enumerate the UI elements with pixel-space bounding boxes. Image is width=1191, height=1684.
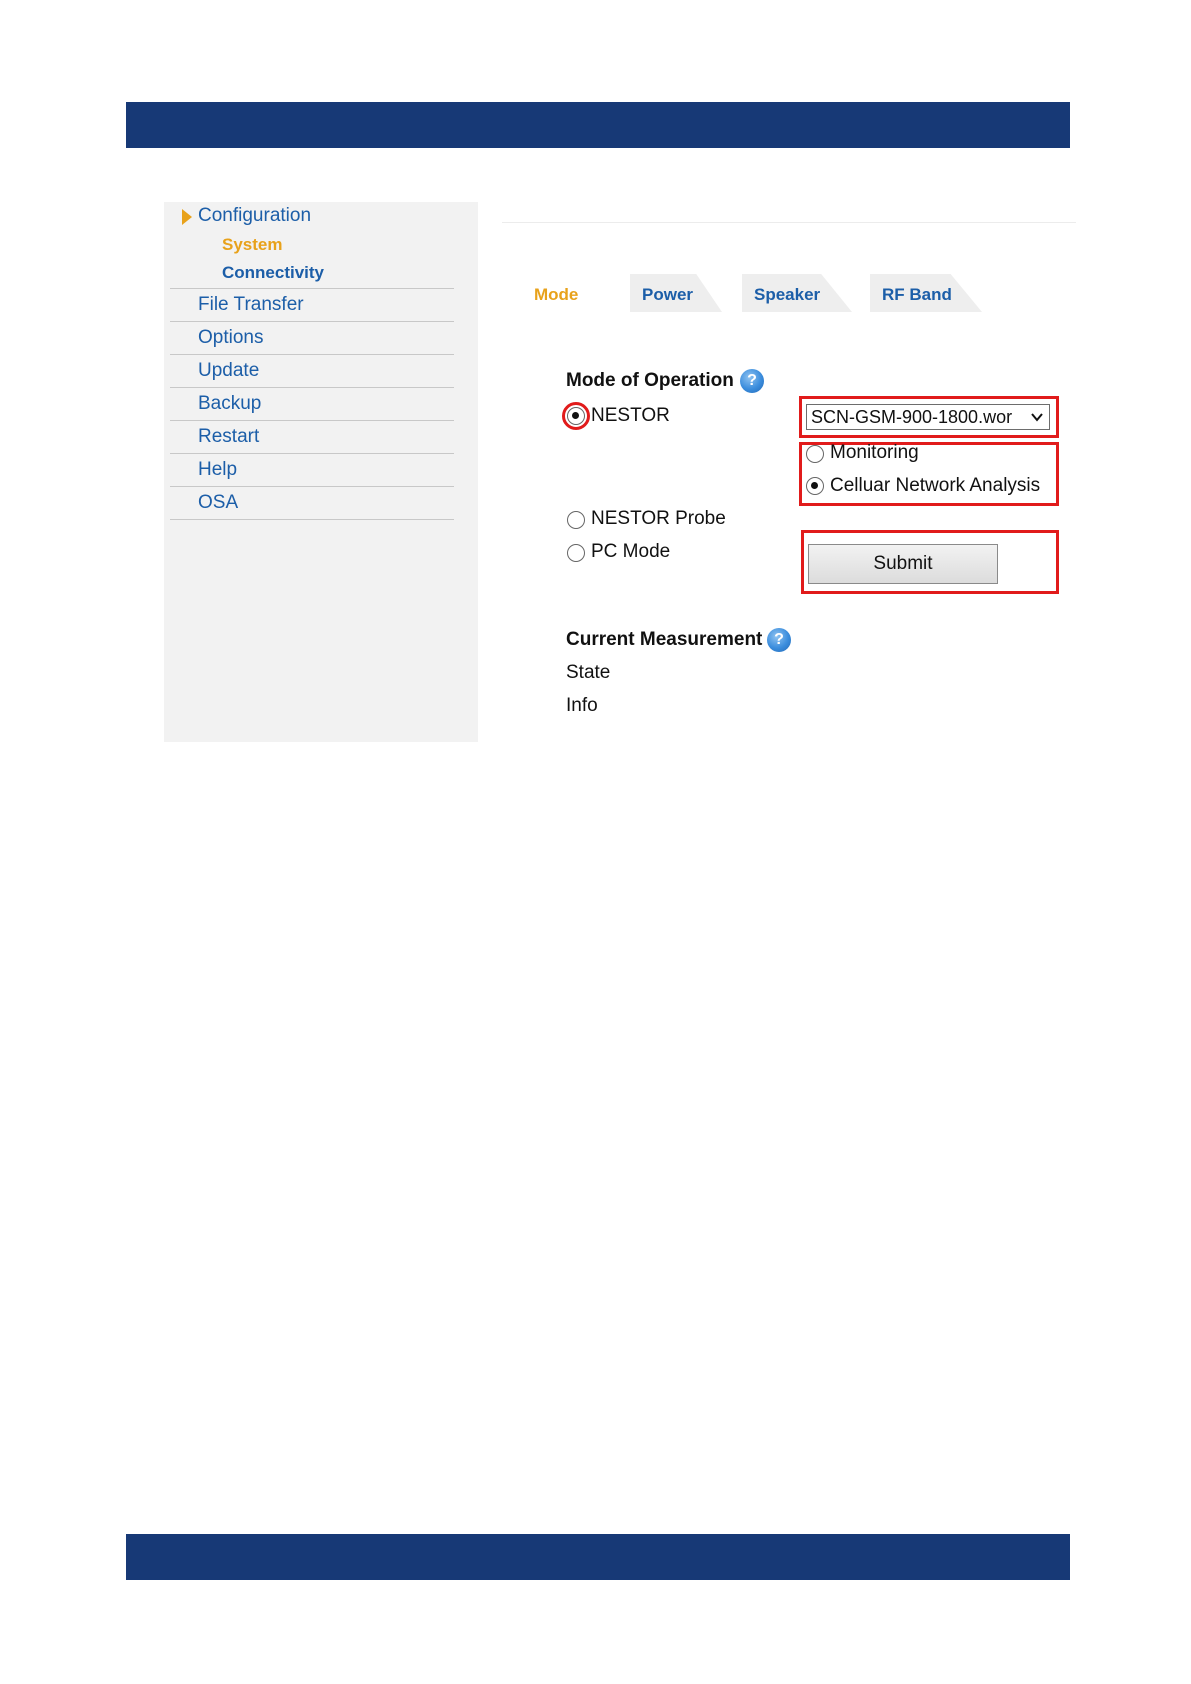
sidebar-item-label: Help: [198, 459, 238, 480]
sidebar-item-label: System: [222, 235, 283, 254]
radio-monitoring-label: Monitoring: [830, 442, 919, 463]
sidebar-item-options[interactable]: Options: [170, 322, 454, 355]
sidebar-group-configuration: Configuration System Connectivity: [170, 202, 454, 289]
triangle-right-icon: [182, 209, 192, 225]
radio-nestor-probe-label: NESTOR Probe: [591, 508, 726, 529]
tab-rf-band[interactable]: RF Band: [870, 274, 982, 312]
sidebar-item-label: Options: [198, 327, 264, 348]
help-icon[interactable]: ?: [740, 369, 764, 393]
sidebar-item-label: Update: [198, 360, 260, 381]
sidebar-item-system[interactable]: System: [170, 230, 454, 258]
sidebar-item-help[interactable]: Help: [170, 454, 454, 487]
footer-banner: [126, 1534, 1070, 1580]
sidebar-item-configuration[interactable]: Configuration: [170, 202, 454, 230]
tab-label: RF Band: [882, 285, 952, 304]
submit-button[interactable]: Submit: [808, 544, 998, 584]
tab-bar: Mode Power Speaker RF Band: [520, 274, 1000, 312]
tab-label: Speaker: [754, 285, 821, 304]
sidebar-item-file-transfer[interactable]: File Transfer: [170, 289, 454, 322]
sidebar-item-restart[interactable]: Restart: [170, 421, 454, 454]
radio-pc-mode-label: PC Mode: [591, 541, 671, 562]
sidebar-item-connectivity[interactable]: Connectivity: [170, 258, 454, 288]
mode-of-operation-title: Mode of Operation: [566, 370, 734, 391]
radio-cellular-network-analysis-label: Celluar Network Analysis: [830, 475, 1041, 496]
content-divider: [502, 222, 1076, 223]
radio-nestor-probe[interactable]: [567, 511, 585, 529]
radio-cellular-network-analysis[interactable]: [806, 477, 824, 495]
sidebar-item-update[interactable]: Update: [170, 355, 454, 388]
workspace-select-value: SCN-GSM-900-1800.wor: [811, 407, 1013, 427]
sidebar-item-label: Configuration: [198, 205, 312, 226]
workspace-select[interactable]: SCN-GSM-900-1800.wor: [806, 404, 1050, 430]
radio-pc-mode[interactable]: [567, 544, 585, 562]
tab-power[interactable]: Power: [630, 274, 722, 312]
sidebar-item-label: File Transfer: [198, 294, 304, 315]
header-banner: [126, 102, 1070, 148]
sidebar-item-label: OSA: [198, 492, 239, 513]
sidebar: Configuration System Connectivity File T…: [164, 202, 478, 742]
radio-nestor-label: NESTOR: [591, 405, 670, 426]
sidebar-item-label: Connectivity: [222, 263, 325, 282]
sidebar-item-osa[interactable]: OSA: [170, 487, 454, 520]
state-label: State: [566, 662, 611, 683]
sidebar-item-label: Backup: [198, 393, 262, 414]
sidebar-item-label: Restart: [198, 426, 260, 447]
tab-mode[interactable]: Mode: [520, 274, 600, 312]
help-icon[interactable]: ?: [767, 628, 791, 652]
tab-speaker[interactable]: Speaker: [742, 274, 852, 312]
radio-monitoring[interactable]: [806, 445, 824, 463]
sidebar-item-backup[interactable]: Backup: [170, 388, 454, 421]
current-measurement-title: Current Measurement: [566, 629, 763, 650]
tab-label: Power: [642, 285, 694, 304]
info-label: Info: [566, 695, 598, 716]
highlight-ring: [562, 402, 590, 430]
chevron-down-icon: [1031, 413, 1043, 422]
tab-label: Mode: [534, 285, 579, 304]
